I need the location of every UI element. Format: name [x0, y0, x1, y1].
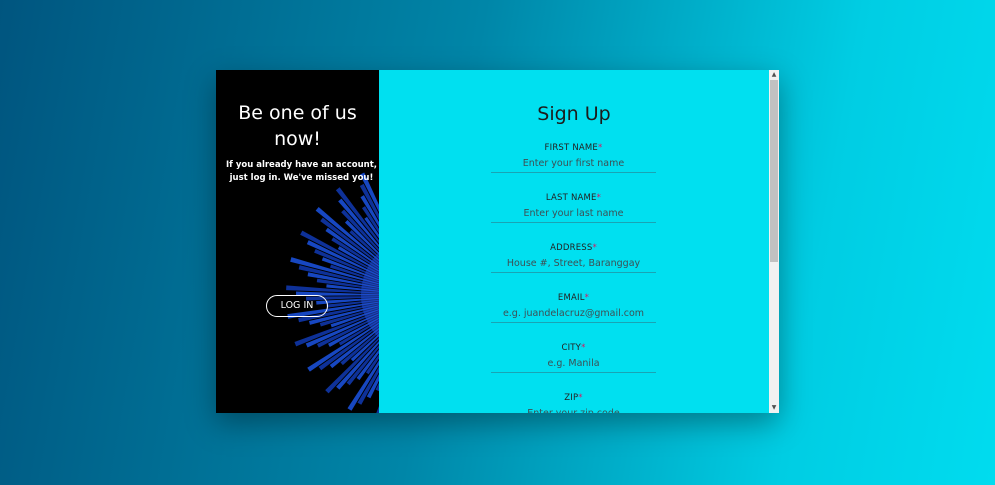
login-button[interactable]: LOG IN — [266, 295, 328, 317]
zip-label: ZIP* — [564, 393, 583, 403]
city-input[interactable] — [491, 356, 656, 373]
email-label: EMAIL* — [557, 293, 590, 303]
last-name-field: LAST NAME* — [491, 193, 656, 223]
triangle-up-icon[interactable]: ▲ — [769, 70, 779, 80]
triangle-down-icon[interactable]: ▼ — [769, 403, 779, 413]
email-input[interactable] — [491, 306, 656, 323]
city-field: CITY* — [491, 343, 656, 373]
first-name-label: FIRST NAME* — [544, 143, 603, 153]
address-label: ADDRESS* — [550, 243, 597, 253]
signup-card: Be one of us now! If you already have an… — [216, 70, 779, 413]
last-name-label: LAST NAME* — [545, 193, 602, 203]
last-name-input[interactable] — [491, 206, 656, 223]
email-field: EMAIL* — [491, 293, 656, 323]
first-name-field: FIRST NAME* — [491, 143, 656, 173]
zip-field: ZIP* — [491, 393, 656, 413]
signup-form-panel: Sign Up FIRST NAME* LAST NAME* ADDRESS* … — [379, 70, 779, 413]
zip-input[interactable] — [491, 406, 656, 413]
scrollbar-thumb[interactable] — [770, 80, 778, 262]
login-panel: Be one of us now! If you already have an… — [216, 70, 379, 413]
address-field: ADDRESS* — [491, 243, 656, 273]
city-label: CITY* — [561, 343, 586, 353]
signup-title: Sign Up — [537, 103, 611, 125]
address-input[interactable] — [491, 256, 656, 273]
left-panel-subtitle: If you already have an account, just log… — [226, 160, 377, 183]
left-panel-title: Be one of us now! — [238, 102, 357, 150]
form-scrollbar[interactable]: ▲ ▼ — [769, 70, 779, 413]
first-name-input[interactable] — [491, 156, 656, 173]
